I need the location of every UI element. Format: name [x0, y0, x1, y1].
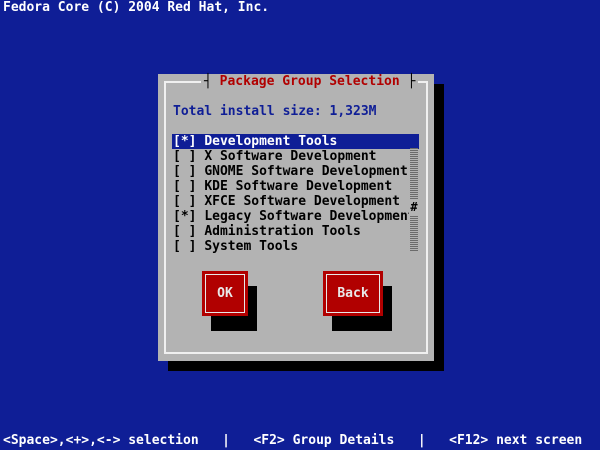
list-item-label: Legacy Software Development: [204, 209, 416, 224]
back-button[interactable]: Back: [323, 271, 383, 316]
package-group-list[interactable]: [*] Development Tools [ ] X Software Dev…: [172, 134, 420, 254]
back-button-label: Back: [326, 274, 380, 313]
list-item-label: KDE Software Development: [204, 179, 393, 194]
list-item-label: X Software Development: [204, 149, 377, 164]
list-item-label: GNOME Software Development: [204, 164, 408, 179]
list-item-label: XFCE Software Development: [204, 194, 400, 209]
list-item-system-tools[interactable]: [ ] System Tools: [172, 239, 420, 254]
package-group-dialog: ┤ Package Group Selection ├ Total instal…: [158, 74, 434, 361]
copyright-banner: Fedora Core (C) 2004 Red Hat, Inc.: [3, 0, 270, 15]
list-item-label: Administration Tools: [204, 224, 361, 239]
checkbox-checked[interactable]: [*]: [173, 209, 196, 224]
list-item-legacy-software-development[interactable]: [*] Legacy Software Development: [172, 209, 420, 224]
list-item-x-software-development[interactable]: [ ] X Software Development: [172, 149, 420, 164]
list-item-development-tools[interactable]: [*] Development Tools: [172, 134, 419, 149]
list-item-gnome-software-development[interactable]: [ ] GNOME Software Development: [172, 164, 420, 179]
list-item-administration-tools[interactable]: [ ] Administration Tools: [172, 224, 420, 239]
dialog-title: Package Group Selection: [219, 74, 400, 89]
dialog-title-bar: ┤ Package Group Selection ├: [201, 74, 419, 89]
ok-button[interactable]: OK: [202, 271, 248, 316]
list-scrollbar[interactable]: #: [409, 148, 419, 252]
checkbox-unchecked[interactable]: [ ]: [173, 224, 196, 239]
list-item-label: System Tools: [204, 239, 299, 254]
list-item-label: Development Tools: [204, 134, 338, 149]
checkbox-checked[interactable]: [*]: [173, 134, 196, 149]
checkbox-unchecked[interactable]: [ ]: [173, 239, 196, 254]
checkbox-unchecked[interactable]: [ ]: [173, 179, 196, 194]
scrollbar-thumb[interactable]: #: [409, 200, 419, 215]
status-bar-help: <Space>,<+>,<-> selection | <F2> Group D…: [3, 433, 583, 448]
checkbox-unchecked[interactable]: [ ]: [173, 149, 196, 164]
list-item-xfce-software-development[interactable]: [ ] XFCE Software Development: [172, 194, 420, 209]
checkbox-unchecked[interactable]: [ ]: [173, 194, 196, 209]
list-item-kde-software-development[interactable]: [ ] KDE Software Development: [172, 179, 420, 194]
ok-button-label: OK: [205, 274, 245, 313]
checkbox-unchecked[interactable]: [ ]: [173, 164, 196, 179]
install-size-label: Total install size: 1,323M: [173, 104, 377, 119]
